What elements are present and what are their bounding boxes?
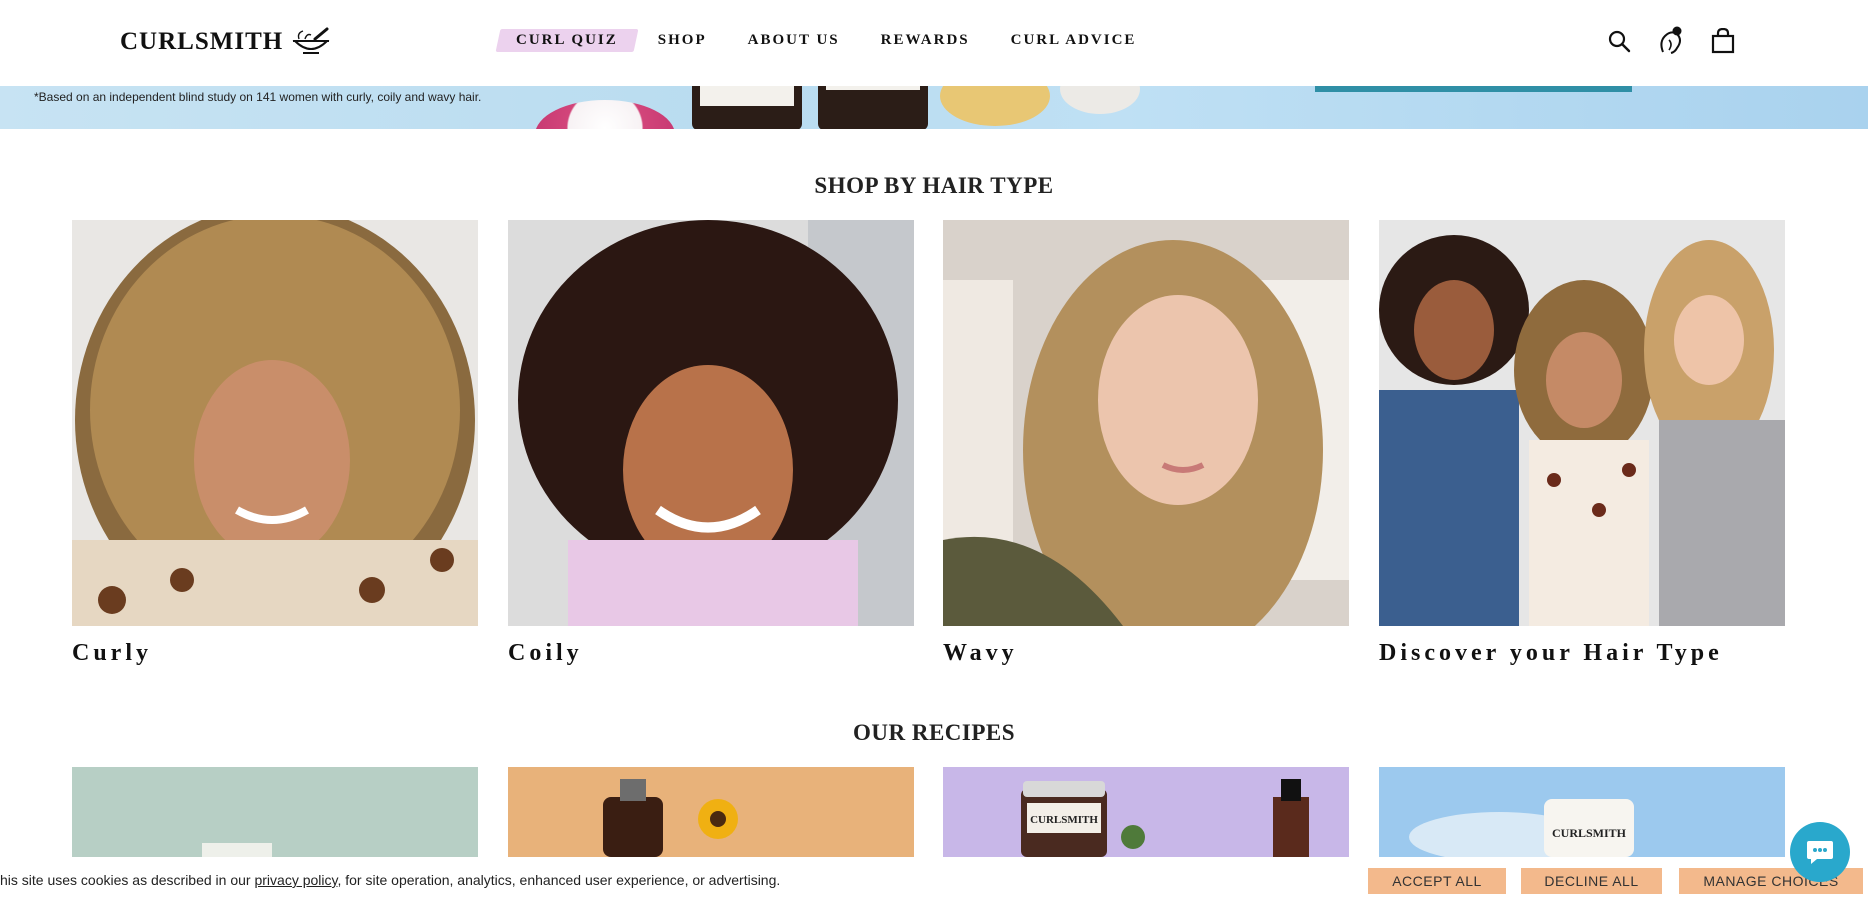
recipe-card[interactable]: CURLSMITH bbox=[1379, 767, 1785, 857]
account-button[interactable] bbox=[1657, 26, 1685, 56]
recipe-card[interactable] bbox=[72, 767, 478, 857]
recipe-photo: CURLSMITH bbox=[943, 767, 1349, 857]
accept-all-button[interactable]: ACCEPT ALL bbox=[1368, 868, 1506, 894]
logo-mortar-icon bbox=[292, 27, 330, 54]
dragonfruit-image bbox=[535, 100, 675, 129]
recipe-photo bbox=[72, 767, 478, 857]
bag-icon bbox=[1711, 28, 1735, 54]
product-jar-image bbox=[818, 86, 928, 129]
cookie-text-end: , for site operation, analytics, enhance… bbox=[337, 872, 781, 888]
recipe-jar-label: CURLSMITH bbox=[1552, 826, 1627, 840]
decline-all-button[interactable]: DECLINE ALL bbox=[1521, 868, 1662, 894]
hair-type-label-discover[interactable]: Discover your Hair Type bbox=[1379, 640, 1723, 667]
hair-type-label-wavy[interactable]: Wavy bbox=[943, 640, 1018, 667]
group-photo bbox=[1379, 220, 1785, 626]
nav-shop[interactable]: SHOP bbox=[658, 32, 707, 49]
hair-type-card-discover[interactable] bbox=[1379, 220, 1785, 626]
hair-type-label-coily[interactable]: Coily bbox=[508, 640, 583, 667]
coily-hair-photo bbox=[508, 220, 914, 626]
pebble-image bbox=[1060, 86, 1140, 114]
cookie-message: his site uses cookies as described in ou… bbox=[0, 872, 780, 888]
section-title-recipes: OUR RECIPES bbox=[852, 720, 1016, 745]
ginger-image bbox=[940, 86, 1050, 126]
hair-type-card-coily[interactable] bbox=[508, 220, 914, 626]
recipe-photo: CURLSMITH bbox=[1379, 767, 1785, 857]
wavy-hair-photo bbox=[943, 220, 1349, 626]
hair-type-card-wavy[interactable] bbox=[943, 220, 1349, 626]
privacy-policy-link[interactable]: privacy policy bbox=[254, 872, 337, 888]
chat-button[interactable] bbox=[1790, 822, 1850, 882]
nav-curl-advice[interactable]: CURL ADVICE bbox=[1011, 32, 1137, 49]
product-jar-image bbox=[692, 86, 802, 129]
chat-icon bbox=[1807, 841, 1833, 864]
main-nav: CURL QUIZ SHOP ABOUT US REWARDS CURL ADV… bbox=[498, 28, 1177, 52]
hair-type-card-curly[interactable] bbox=[72, 220, 478, 626]
recipe-card[interactable] bbox=[508, 767, 914, 857]
nav-curl-quiz[interactable]: CURL QUIZ bbox=[498, 29, 636, 52]
recipe-photo bbox=[508, 767, 914, 857]
search-button[interactable] bbox=[1605, 26, 1633, 56]
cart-button[interactable] bbox=[1709, 26, 1737, 56]
section-title-hair-type: SHOP BY HAIR TYPE bbox=[814, 173, 1054, 198]
curlsmith-logo[interactable]: CURLSMITH bbox=[120, 24, 333, 60]
search-icon bbox=[1608, 30, 1631, 53]
site-header: CURLSMITH CURL QUIZ SHOP ABOUT US REWARD… bbox=[0, 0, 1868, 86]
study-disclaimer: *Based on an independent blind study on … bbox=[34, 90, 482, 104]
cookie-text-start: his site uses cookies as described in ou… bbox=[0, 872, 255, 888]
header-icons bbox=[1605, 26, 1737, 56]
account-icon bbox=[1660, 26, 1682, 54]
logo-text: CURLSMITH bbox=[120, 28, 284, 55]
curly-hair-photo bbox=[72, 220, 478, 626]
hero-cta-underline bbox=[1315, 86, 1632, 92]
nav-about-us[interactable]: ABOUT US bbox=[748, 32, 840, 49]
hair-type-label-curly[interactable]: Curly bbox=[72, 640, 152, 667]
recipe-card[interactable]: CURLSMITH bbox=[943, 767, 1349, 857]
nav-rewards[interactable]: REWARDS bbox=[881, 32, 970, 49]
cookie-consent-bar: his site uses cookies as described in ou… bbox=[0, 858, 1868, 903]
recipe-jar-label: CURLSMITH bbox=[1030, 814, 1098, 826]
hero-banner-bottom: *Based on an independent blind study on … bbox=[0, 86, 1868, 129]
